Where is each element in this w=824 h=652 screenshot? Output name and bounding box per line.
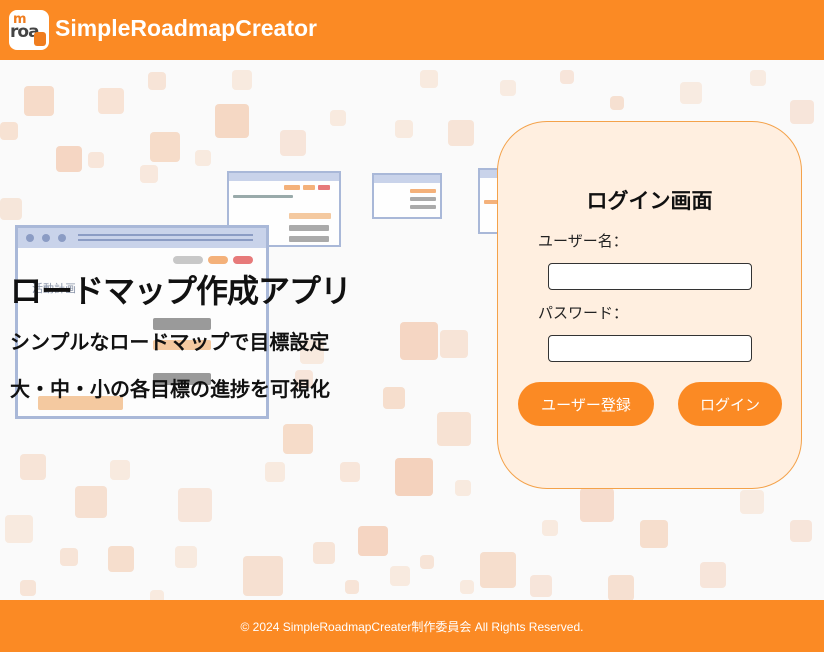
window-bar-line [78, 234, 253, 236]
background-square [580, 488, 614, 522]
mini-block [410, 197, 436, 201]
login-title: ログイン画面 [586, 189, 713, 213]
footer-bar: © 2024 SimpleRoadmapCreater制作委員会 All Rig… [0, 600, 824, 652]
illustration-button [173, 256, 203, 264]
background-square [640, 520, 668, 548]
background-square [175, 546, 197, 568]
background-square [313, 542, 335, 564]
register-button[interactable]: ユーザー登録 [518, 382, 654, 426]
background-square [610, 96, 624, 110]
copyright-text: © 2024 SimpleRoadmapCreater制作委員会 All Rig… [240, 619, 584, 634]
window-dot [58, 234, 66, 242]
mini-block [318, 185, 330, 190]
mini-block [410, 205, 436, 209]
background-square [790, 100, 814, 124]
background-square [56, 146, 82, 172]
mini-block [303, 185, 315, 190]
mini-block [289, 236, 329, 242]
background-square [420, 70, 438, 88]
background-square [420, 555, 434, 569]
mini-block [289, 213, 331, 219]
background-square [0, 122, 18, 140]
login-panel: ログイン画面 ユーザー名： パスワード： ユーザー登録 ログイン [497, 121, 802, 489]
hero-title: ロードマップ作成アプリ [10, 272, 352, 310]
window-bar-line [78, 239, 253, 241]
background-square [283, 424, 313, 454]
background-square [148, 72, 166, 90]
background-square [178, 488, 212, 522]
header-bar: m roa SimpleRoadmapCreator [0, 0, 824, 60]
background-square [448, 120, 474, 146]
window-dot [42, 234, 50, 242]
mini-block [289, 225, 329, 231]
login-button[interactable]: ログイン [678, 382, 782, 426]
background-square [790, 520, 812, 542]
background-square [24, 86, 54, 116]
background-square [480, 552, 516, 588]
background-square [390, 566, 410, 586]
logo-mark [34, 32, 46, 46]
background-square [680, 82, 702, 104]
background-square [455, 480, 471, 496]
illustration-title-bar [18, 228, 266, 248]
background-square [440, 330, 468, 358]
background-square [395, 458, 433, 496]
mini-window-illustration [372, 173, 442, 219]
background-square [280, 130, 306, 156]
background-square [20, 580, 36, 596]
background-square [20, 454, 46, 480]
username-label: ユーザー名： [538, 232, 628, 250]
background-square [0, 198, 22, 220]
background-square [340, 462, 360, 482]
username-input[interactable] [548, 263, 752, 290]
background-square [150, 132, 180, 162]
mini-block [233, 195, 293, 198]
mini-block [410, 189, 436, 193]
background-square [500, 80, 516, 96]
background-square [215, 104, 249, 138]
background-square [330, 110, 346, 126]
background-square [750, 70, 766, 86]
window-dot [26, 234, 34, 242]
app-title[interactable]: SimpleRoadmapCreator [55, 15, 317, 42]
background-square [395, 120, 413, 138]
background-square [110, 460, 130, 480]
background-square [232, 70, 252, 90]
password-input[interactable] [548, 335, 752, 362]
background-square [98, 88, 124, 114]
background-square [560, 70, 574, 84]
background-square [5, 515, 33, 543]
background-square [460, 580, 474, 594]
background-square [60, 548, 78, 566]
background-square [195, 150, 211, 166]
mini-window-bar [229, 173, 339, 181]
mini-window-bar [374, 175, 440, 183]
mini-block [284, 185, 300, 190]
background-square [108, 546, 134, 572]
background-square [243, 556, 283, 596]
app-logo[interactable]: m roa [9, 10, 49, 50]
illustration-button [233, 256, 253, 264]
background-square [608, 575, 634, 601]
background-square [437, 412, 471, 446]
hero-subtitle-1: シンプルなロードマップで目標設定 [10, 330, 330, 354]
background-square [542, 520, 558, 536]
background-square [75, 486, 107, 518]
background-square [88, 152, 104, 168]
background-square [140, 165, 158, 183]
background-square [700, 562, 726, 588]
password-label: パスワード： [538, 304, 629, 322]
background-square [740, 490, 764, 514]
background-square [383, 387, 405, 409]
hero-subtitle-2: 大・中・小の各目標の進捗を可視化 [10, 377, 330, 401]
background-square [358, 526, 388, 556]
background-square [530, 575, 552, 597]
illustration-button [208, 256, 228, 264]
background-square [265, 462, 285, 482]
background-square [345, 580, 359, 594]
background-square [400, 322, 438, 360]
